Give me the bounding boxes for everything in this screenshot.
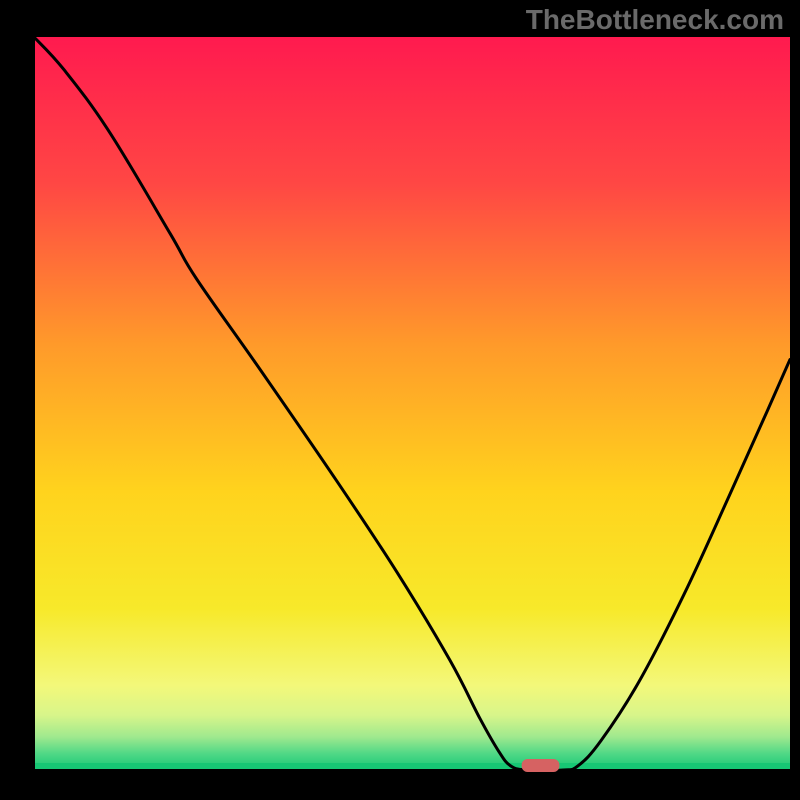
watermark-text: TheBottleneck.com [526,4,784,36]
optimal-marker [522,759,560,772]
bottleneck-chart [0,0,800,800]
baseline-band [34,763,790,770]
chart-container: TheBottleneck.com [0,0,800,800]
plot-background [34,37,790,770]
